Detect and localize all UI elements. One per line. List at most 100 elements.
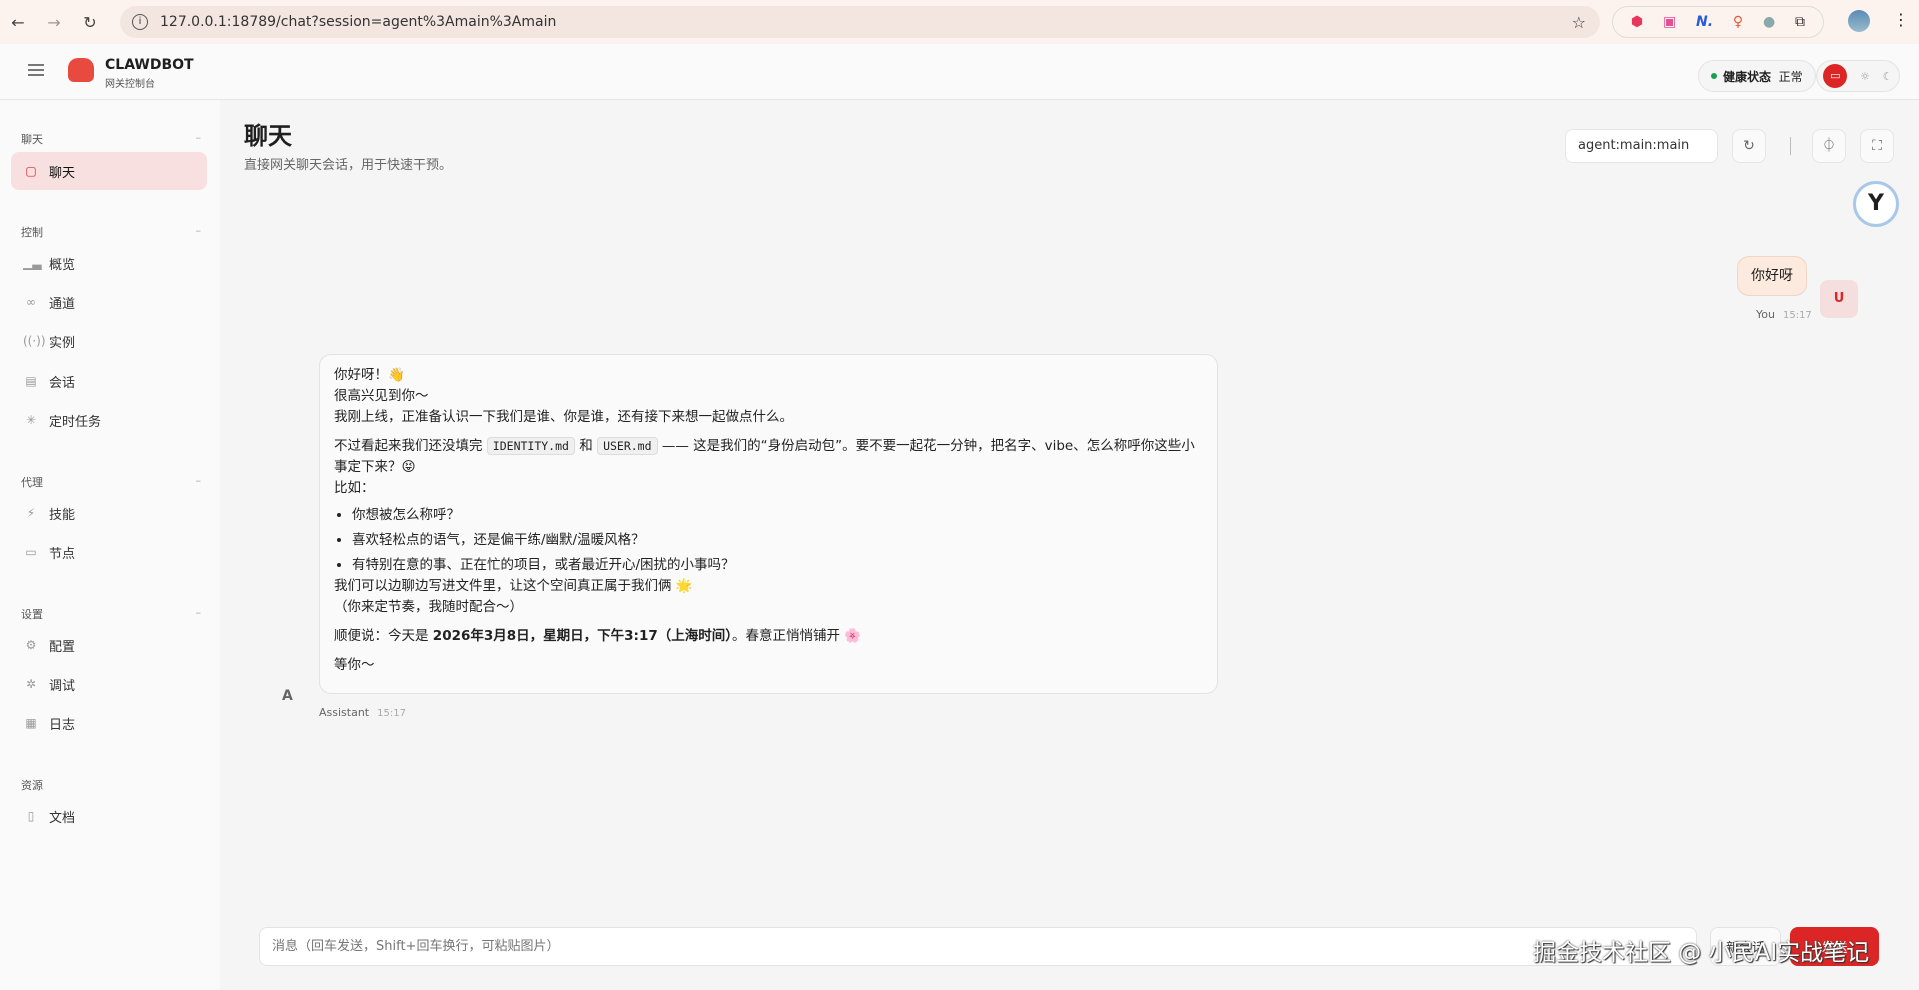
collapse-icon[interactable]: –: [196, 474, 202, 487]
sidebar-item-label: 会话: [49, 375, 76, 391]
message-input[interactable]: [259, 927, 1697, 966]
sidebar-item[interactable]: ((·)) 实例: [11, 322, 207, 360]
sender-name: Assistant: [319, 706, 370, 719]
health-label: 健康状态: [1723, 69, 1772, 84]
book-icon: ▯: [27, 809, 35, 823]
section-label: 设置: [21, 608, 43, 621]
sidebar-section-header[interactable]: 控制 –: [21, 224, 201, 240]
loader-icon: ✳: [25, 413, 37, 427]
message-line: 很高兴见到你～: [334, 388, 429, 404]
focus-icon: ⛶: [1872, 138, 1882, 154]
sidebar-item-label: 文档: [49, 810, 76, 826]
address-bar[interactable]: i 127.0.0.1:18789/chat?session=agent%3Am…: [120, 6, 1600, 38]
sidebar-item[interactable]: ▦ 日志: [11, 704, 207, 742]
extension-circle-icon[interactable]: ●: [1763, 14, 1775, 30]
message-line: （你来定节奏，我随时配合～）: [334, 599, 523, 615]
message-icon: ▢: [25, 164, 37, 178]
user-message-meta: You 15:17: [1756, 308, 1812, 321]
sidebar-item-label: 节点: [49, 546, 76, 562]
assistant-logo[interactable]: Y: [1853, 181, 1899, 227]
sidebar-item[interactable]: ⚡ 技能: [11, 494, 207, 532]
brand-subtitle: 网关控制台: [105, 79, 155, 90]
sidebar-item[interactable]: ▁▃ 概览: [11, 244, 207, 282]
list-item: 喜欢轻松点的语气，还是偏干练/幽默/温暖风格？: [352, 530, 1203, 551]
section-label: 聊天: [21, 133, 43, 146]
message-line: 我们可以边聊边写进文件里，让这个空间真正属于我们俩 🌟: [334, 578, 693, 594]
broadcast-icon: ((·)): [23, 334, 46, 348]
collapse-icon[interactable]: –: [196, 224, 202, 237]
menu-icon[interactable]: [28, 64, 44, 76]
forward-icon[interactable]: →: [36, 13, 72, 32]
list-item: 你想被怎么称呼？: [352, 505, 1203, 526]
sidebar-item-label: 技能: [49, 507, 76, 523]
health-status-badge: 健康状态 正常: [1698, 60, 1816, 92]
list-item: 有特别在意的事、正在忙的项目，或者最近开心/困扰的小事吗？: [352, 555, 1203, 576]
sidebar-item[interactable]: ▭ 节点: [11, 533, 207, 571]
extension-translate-icon[interactable]: ▣: [1663, 14, 1676, 30]
send-button[interactable]: 发送: [1790, 927, 1879, 966]
health-value: 正常: [1778, 69, 1803, 84]
sidebar-item[interactable]: ▤ 会话: [11, 362, 207, 400]
sidebar-item[interactable]: ▢ 聊天: [11, 152, 207, 190]
profile-avatar[interactable]: [1848, 10, 1870, 32]
back-icon[interactable]: ←: [0, 13, 36, 32]
info-icon[interactable]: i: [132, 14, 148, 30]
sidebar-item-label: 配置: [49, 639, 76, 655]
browser-menu-icon[interactable]: ⋮: [1893, 10, 1909, 29]
sidebar-item[interactable]: ✲ 调试: [11, 665, 207, 703]
brand-name: CLAWDBOT: [105, 57, 194, 73]
extension-pin-icon[interactable]: ♀: [1733, 14, 1743, 30]
browser-toolbar: ← → ↻ i 127.0.0.1:18789/chat?session=age…: [0, 0, 1919, 44]
section-label: 资源: [21, 779, 43, 792]
sidebar-item[interactable]: ▯ 文档: [11, 797, 207, 835]
bookmark-star-icon[interactable]: ☆: [1572, 13, 1586, 32]
sidebar-item-label: 概览: [49, 257, 76, 273]
sidebar-section-header[interactable]: 设置 –: [21, 606, 201, 622]
user-message-bubble: 你好呀: [1737, 256, 1807, 296]
sidebar-section-header[interactable]: 代理 –: [21, 474, 201, 490]
divider: [1790, 137, 1791, 155]
moon-icon[interactable]: ☾: [1883, 70, 1893, 83]
sidebar-item-label: 通道: [49, 296, 76, 312]
section-label: 代理: [21, 476, 43, 489]
sidebar-section-header[interactable]: 资源: [21, 777, 201, 793]
sidebar-item-label: 聊天: [49, 165, 76, 181]
refresh-button[interactable]: ↻: [1732, 129, 1766, 163]
sun-icon[interactable]: ☼: [1860, 70, 1870, 83]
page-title: 聊天: [244, 122, 292, 150]
session-selector[interactable]: agent:main:main: [1565, 129, 1718, 163]
sidebar: 聊天 – ▢ 聊天控制 – ▁▃ 概览 ∞ 通道 ((·)) 实例 ▤ 会话 ✳ 定时任务代理 – ⚡ 技能 ▭ 节点…: [0, 100, 220, 990]
thinking-toggle-button[interactable]: ⏀: [1812, 129, 1846, 163]
message-time: 15:17: [1782, 310, 1812, 321]
extensions-puzzle-icon[interactable]: ⧉: [1795, 14, 1805, 30]
file-icon: ▤: [25, 374, 37, 388]
extension-n-icon[interactable]: N.: [1696, 14, 1713, 30]
reload-icon[interactable]: ↻: [72, 13, 108, 32]
theme-switcher: ▭ ☼ ☾: [1816, 60, 1900, 92]
focus-mode-button[interactable]: ⛶: [1860, 129, 1894, 163]
section-label: 控制: [21, 226, 43, 239]
collapse-icon[interactable]: –: [196, 131, 202, 144]
message-time: 15:17: [377, 708, 406, 719]
message-paragraph: 不过看起来我们还没填完 IDENTITY.md 和 USER.md —— 这是我…: [334, 437, 1195, 475]
assistant-avatar: A: [282, 688, 293, 704]
app-header: CLAWDBOT 网关控制台 健康状态 正常 ▭ ☼ ☾: [0, 44, 1919, 100]
sidebar-item-label: 调试: [49, 678, 76, 694]
sender-name: You: [1756, 308, 1775, 321]
message-list: 你想被怎么称呼？ 喜欢轻松点的语气，还是偏干练/幽默/温暖风格？ 有特别在意的事…: [352, 505, 1203, 576]
sidebar-item[interactable]: ⚙ 配置: [11, 626, 207, 664]
monitor-theme-icon[interactable]: ▭: [1823, 64, 1848, 88]
collapse-icon[interactable]: –: [196, 606, 202, 619]
extension-shield-icon[interactable]: ⬢: [1631, 14, 1643, 30]
new-session-button[interactable]: 新会话: [1710, 927, 1781, 966]
assistant-message-meta: Assistant 15:17: [319, 706, 406, 719]
sidebar-item[interactable]: ✳ 定时任务: [11, 401, 207, 439]
inline-code: USER.md: [597, 437, 658, 455]
sidebar-item[interactable]: ∞ 通道: [11, 283, 207, 321]
gear-icon: ⚙: [25, 638, 37, 652]
inline-code: IDENTITY.md: [486, 437, 575, 455]
message-paragraph: 顺便说：今天是 2026年3月8日，星期日，下午3:17（上海时间）。春意正悄悄…: [334, 628, 862, 644]
page-subtitle: 直接网关聊天会话，用于快速干预。: [244, 158, 453, 173]
sidebar-section-header[interactable]: 聊天 –: [21, 131, 201, 147]
scroll-icon: ▦: [25, 716, 37, 730]
